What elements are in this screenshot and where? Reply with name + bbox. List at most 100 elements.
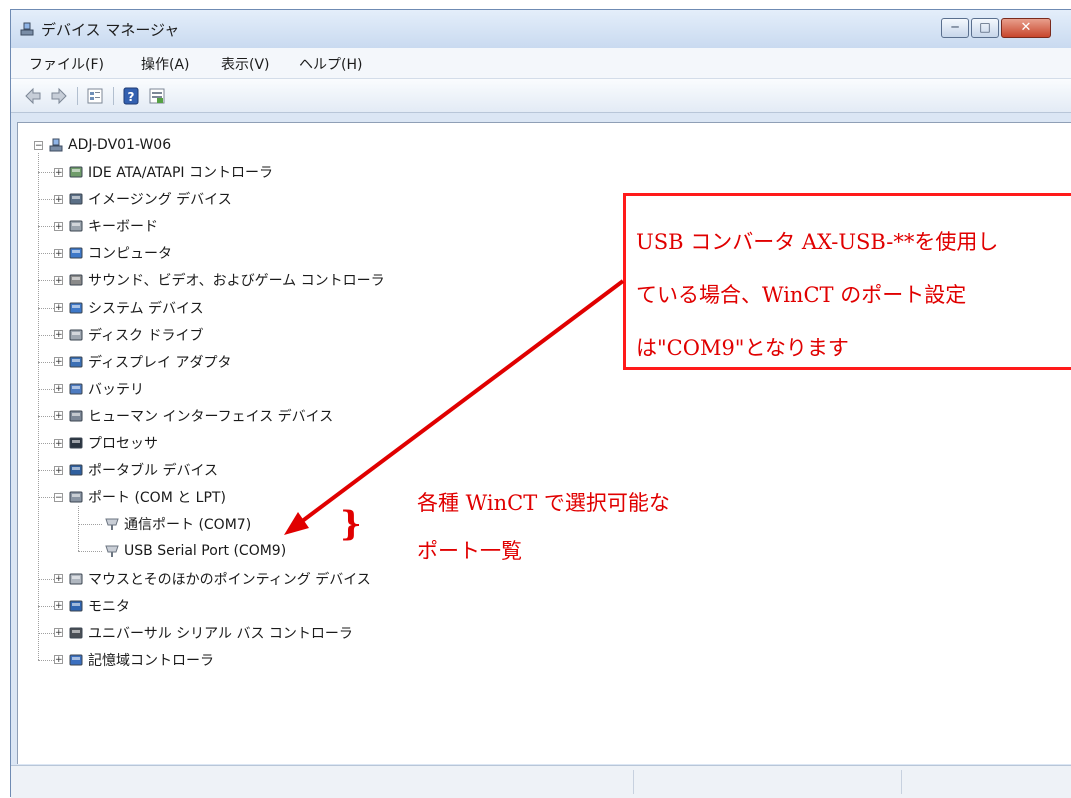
usb-icon xyxy=(69,627,83,639)
expand-icon[interactable]: + xyxy=(54,438,63,448)
tree-category[interactable]: + イメージング デバイス xyxy=(54,188,232,210)
display-adapter-icon xyxy=(69,356,83,368)
expand-icon[interactable]: + xyxy=(54,465,63,475)
back-arrow-icon[interactable] xyxy=(23,86,43,106)
menu-action[interactable]: 操作(A) xyxy=(141,54,190,74)
portable-device-icon xyxy=(69,464,83,476)
tree-connector xyxy=(38,199,54,201)
tree-port-label: 通信ポート (COM7) xyxy=(124,517,252,534)
processor-icon xyxy=(69,437,83,449)
speaker-icon xyxy=(69,274,83,286)
tree-root[interactable]: − ADJ-DV01-W06 xyxy=(34,134,171,156)
expand-icon[interactable]: + xyxy=(54,221,63,231)
status-divider xyxy=(633,770,634,794)
serial-port-icon xyxy=(105,545,119,558)
tree-category[interactable]: + システム デバイス xyxy=(54,297,204,319)
tree-category[interactable]: + 記憶域コントローラ xyxy=(54,649,214,671)
tree-connector xyxy=(38,415,54,417)
system-device-icon xyxy=(69,302,83,313)
expand-icon[interactable]: + xyxy=(54,628,63,638)
maximize-button[interactable]: □ xyxy=(971,18,999,38)
close-icon: ✕ xyxy=(1020,20,1032,35)
tree-category[interactable]: + ユニバーサル シリアル バス コントローラ xyxy=(54,622,353,644)
tree-category[interactable]: + サウンド、ビデオ、およびゲーム コントローラ xyxy=(54,269,385,291)
minimize-icon: ─ xyxy=(951,20,959,34)
menu-file[interactable]: ファイル(F) xyxy=(29,54,104,74)
tree-connector xyxy=(38,443,54,444)
serial-port-icon xyxy=(105,518,119,531)
expand-icon[interactable]: + xyxy=(54,384,63,394)
expand-icon[interactable]: + xyxy=(54,574,63,584)
update-driver-icon[interactable] xyxy=(147,86,167,106)
tree-connector xyxy=(38,470,54,472)
tree-category-label: プロセッサ xyxy=(88,436,158,452)
maximize-icon: □ xyxy=(979,20,991,34)
tree-category[interactable]: + ディスク ドライブ xyxy=(54,324,203,346)
expand-icon[interactable]: + xyxy=(54,411,63,421)
expand-icon[interactable]: + xyxy=(54,248,63,258)
mouse-icon xyxy=(69,573,83,584)
battery-icon xyxy=(69,383,83,395)
expand-icon[interactable]: + xyxy=(54,303,63,313)
menu-help[interactable]: ヘルプ(H) xyxy=(299,54,362,74)
tree-connector xyxy=(38,632,54,634)
expand-icon[interactable]: + xyxy=(54,194,63,204)
tree-category[interactable]: + ヒューマン インターフェイス デバイス xyxy=(54,405,333,427)
expand-icon[interactable]: + xyxy=(54,357,63,367)
forward-arrow-icon[interactable] xyxy=(49,86,69,106)
computer-icon xyxy=(69,247,83,259)
tree-category-label: ポータブル デバイス xyxy=(88,463,219,480)
toolbar-separator xyxy=(77,87,78,105)
expand-icon[interactable]: + xyxy=(54,655,63,665)
tree-connector xyxy=(38,578,54,580)
tree-connector xyxy=(38,334,54,336)
status-bar xyxy=(11,765,1071,798)
tree-category[interactable]: − ポート (COM と LPT) xyxy=(54,486,226,508)
properties-icon[interactable] xyxy=(85,86,105,106)
expand-icon[interactable]: + xyxy=(54,275,63,285)
camera-icon xyxy=(69,193,83,205)
menu-bar: ファイル(F) 操作(A) 表示(V) ヘルプ(H) xyxy=(11,48,1071,79)
expand-icon[interactable]: + xyxy=(54,330,63,340)
tree-category[interactable]: + コンピュータ xyxy=(54,242,172,264)
help-icon[interactable]: ? xyxy=(121,86,141,106)
close-button[interactable]: ✕ xyxy=(1001,18,1051,38)
brace-mark: } xyxy=(340,504,362,544)
minimize-button[interactable]: ─ xyxy=(941,18,969,38)
status-divider xyxy=(901,770,902,794)
tree-port-item[interactable]: USB Serial Port (COM9) xyxy=(104,540,286,562)
tree-category-label: バッテリ xyxy=(88,381,144,398)
tree-category-label: イメージング デバイス xyxy=(88,192,232,209)
tree-connector xyxy=(38,153,39,660)
storage-controller-icon xyxy=(69,654,83,666)
tree-category-label: モニタ xyxy=(88,598,130,615)
tree-category[interactable]: + ディスプレイ アダプタ xyxy=(54,351,231,373)
tree-category[interactable]: + モニタ xyxy=(54,595,130,617)
tree-category[interactable]: + マウスとそのほかのポインティング デバイス xyxy=(54,568,371,590)
expand-icon[interactable]: + xyxy=(54,167,63,177)
ide-controller-icon xyxy=(69,166,83,178)
computer-network-icon xyxy=(49,138,63,152)
tree-category[interactable]: + キーボード xyxy=(54,215,158,237)
tree-connector xyxy=(38,497,54,499)
monitor-icon xyxy=(69,600,83,612)
tree-category-label: 記憶域コントローラ xyxy=(88,652,214,669)
tree-connector xyxy=(38,307,54,309)
tree-category-label: ディスプレイ アダプタ xyxy=(88,354,232,371)
tree-category[interactable]: + ポータブル デバイス xyxy=(54,459,218,481)
tree-category[interactable]: + IDE ATA/ATAPI コントローラ xyxy=(54,161,273,183)
tree-connector xyxy=(78,524,102,526)
menu-view[interactable]: 表示(V) xyxy=(221,54,270,74)
collapse-icon[interactable]: − xyxy=(54,492,63,502)
port-icon xyxy=(69,491,83,503)
tree-category[interactable]: + バッテリ xyxy=(54,378,144,400)
tree-port-label: USB Serial Port (COM9) xyxy=(124,543,287,560)
title-bar[interactable]: デバイス マネージャ ─ □ ✕ xyxy=(11,10,1071,48)
callout-line-3: は"COM9"となります xyxy=(636,336,849,360)
collapse-icon[interactable]: − xyxy=(34,140,43,150)
tree-connector xyxy=(38,226,54,228)
tree-category[interactable]: + プロセッサ xyxy=(54,432,158,454)
tree-port-item[interactable]: 通信ポート (COM7) xyxy=(104,513,251,535)
keyboard-icon xyxy=(69,220,83,232)
expand-icon[interactable]: + xyxy=(54,601,63,611)
